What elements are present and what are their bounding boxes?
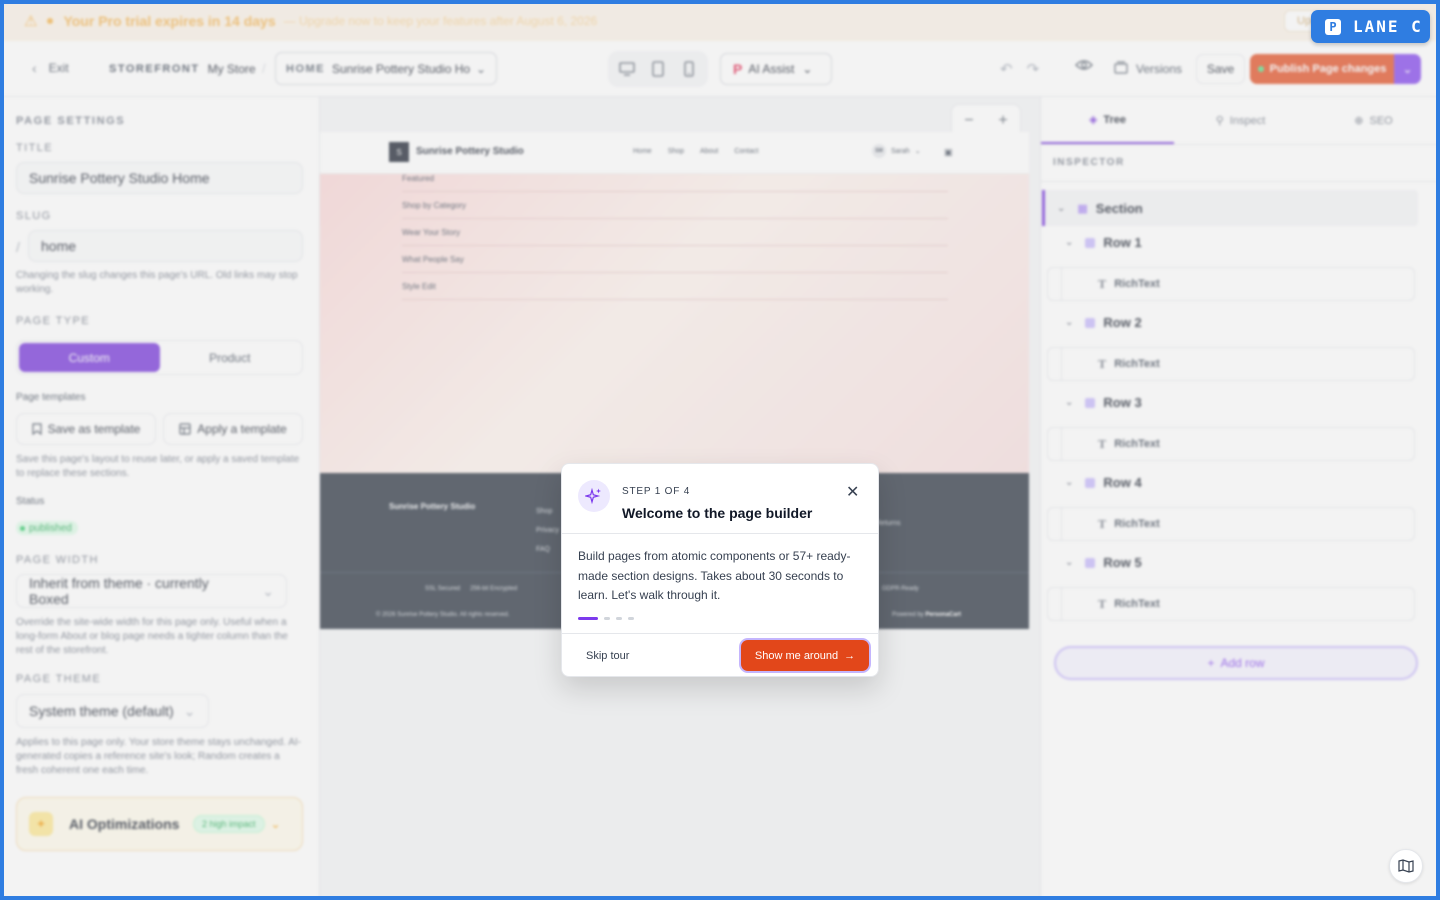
tour-progress — [578, 617, 634, 620]
cta-label: Show me around — [754, 649, 839, 662]
divider — [562, 533, 878, 534]
tour-step: STEP 1 OF 4 — [622, 486, 691, 497]
lane-icon: P — [1325, 18, 1341, 35]
map-icon — [1398, 859, 1414, 873]
progress-step-active — [578, 617, 598, 620]
lane-label: LANE C — [1353, 17, 1423, 36]
skip-tour-button[interactable]: Skip tour — [586, 650, 629, 662]
close-icon[interactable]: ✕ — [846, 482, 859, 502]
arrow-right-icon: → — [844, 649, 856, 662]
tour-body: Build pages from atomic components or 57… — [578, 549, 851, 602]
divider — [562, 633, 878, 634]
show-me-around-button[interactable]: Show me around → — [741, 640, 869, 671]
progress-step — [628, 617, 634, 620]
modal-backdrop[interactable] — [0, 0, 1440, 900]
progress-step — [616, 617, 622, 620]
tour-title: Welcome to the page builder — [622, 505, 813, 521]
map-button[interactable] — [1389, 849, 1423, 883]
onboarding-tour-dialog: STEP 1 OF 4 Welcome to the page builder … — [561, 463, 879, 677]
sparkle-icon — [578, 480, 610, 512]
progress-step — [604, 617, 610, 620]
lane-badge: P LANE C — [1311, 10, 1430, 43]
